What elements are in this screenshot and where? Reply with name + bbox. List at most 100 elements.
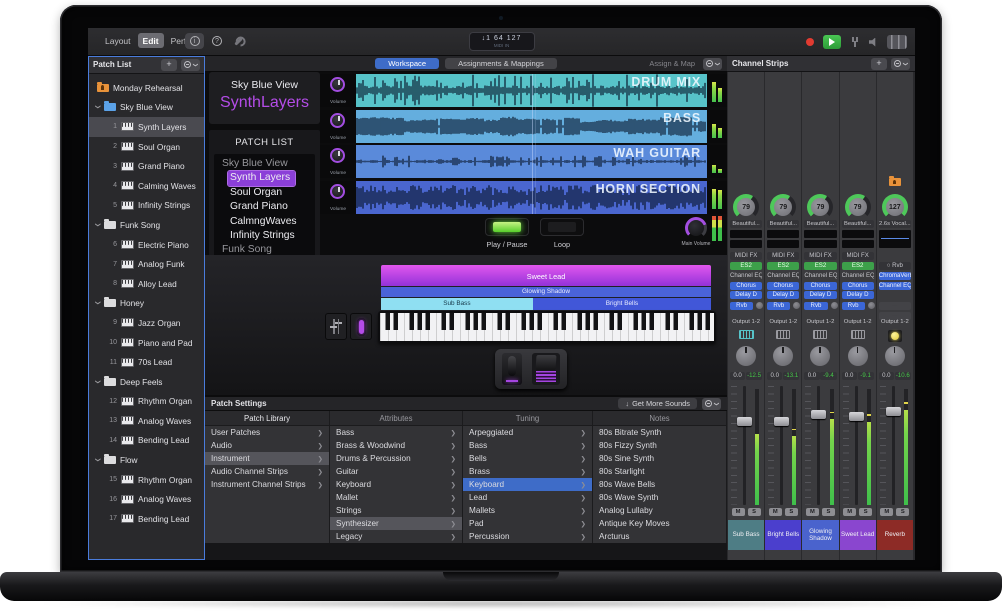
patch-row[interactable]: 12Rhythm Organ xyxy=(88,392,205,412)
mute-button[interactable]: M xyxy=(843,508,856,516)
volume-readout[interactable]: -12.5 xyxy=(746,372,762,380)
play-pause-button[interactable] xyxy=(485,218,529,236)
channel-strip[interactable]: 79Beautiful...MIDI FXES2Channel EQChorus… xyxy=(802,72,838,560)
layer-sweet-lead[interactable]: Sweet Lead xyxy=(381,265,711,286)
set-folder-row[interactable]: ❯Sky Blue View xyxy=(88,98,205,118)
mute-button[interactable]: M xyxy=(769,508,782,516)
midi-fx-slot[interactable]: MIDI FX xyxy=(730,252,762,260)
channel-strips-menu-button[interactable]: ❯ xyxy=(891,58,910,70)
browser-row[interactable]: Guitar❯ xyxy=(330,465,462,478)
column-header[interactable]: Notes xyxy=(593,411,726,426)
strip-level-knob[interactable]: 79 xyxy=(807,194,833,220)
audio-fx-slot[interactable]: ChromaVerb xyxy=(879,272,911,280)
channel-strip[interactable]: 1272.6s Vocal...○ RvbChromaVerbChannel E… xyxy=(877,72,913,560)
send-level-knob[interactable] xyxy=(793,302,800,309)
channel-setting-button[interactable]: Beautiful... xyxy=(767,220,799,228)
patch-row[interactable]: 16Analog Waves xyxy=(88,489,205,509)
browser-row[interactable]: Antique Key Moves xyxy=(593,517,726,530)
output-slot[interactable]: Output 1-2 xyxy=(730,318,762,326)
fader-cap[interactable] xyxy=(774,417,789,426)
channel-strip[interactable]: 79Beautiful...MIDI FXES2Channel EQChorus… xyxy=(728,72,764,560)
track-volume-knob[interactable] xyxy=(330,148,345,163)
audio-fx-slot[interactable]: Chorus xyxy=(804,282,836,290)
solo-button[interactable]: S xyxy=(859,508,872,516)
output-slot[interactable]: Output 1-2 xyxy=(879,318,911,326)
midi-fx-slot[interactable]: MIDI FX xyxy=(804,252,836,260)
browser-row[interactable]: Arpeggiated❯ xyxy=(463,426,592,439)
instrument-slot[interactable]: ES2 xyxy=(767,262,799,270)
browser-row[interactable]: 80s Sine Synth xyxy=(593,452,726,465)
audio-fx-slot[interactable]: Delay D xyxy=(730,291,762,299)
browser-row[interactable]: Keyboard❯ xyxy=(330,478,462,491)
channel-name[interactable]: Reverb xyxy=(877,520,913,550)
patch-row[interactable]: 17Bending Lead xyxy=(88,509,205,529)
info-button[interactable]: i xyxy=(185,33,204,49)
mute-button[interactable]: M xyxy=(806,508,819,516)
fader-zone[interactable] xyxy=(879,386,911,505)
browser-row[interactable]: Audio❯ xyxy=(205,439,329,452)
output-slot[interactable]: Output 1-2 xyxy=(842,318,874,326)
patch-row[interactable]: 14Bending Lead xyxy=(88,431,205,451)
mod-wheel-widget[interactable] xyxy=(350,313,372,340)
channel-setting-button[interactable]: 2.6s Vocal... xyxy=(879,220,911,228)
strip-level-knob[interactable]: 79 xyxy=(733,194,759,220)
tab-assignments-mappings[interactable]: Assignments & Mappings xyxy=(445,58,557,69)
send-level-knob[interactable] xyxy=(868,302,875,309)
browser-row[interactable]: Arcturus xyxy=(593,530,726,543)
workspace-menu-button[interactable]: ❯ xyxy=(703,58,722,70)
browser-row[interactable]: Instrument❯ xyxy=(205,452,329,465)
layer-sub-bass[interactable]: Sub Bass xyxy=(381,298,533,310)
channel-setting-button[interactable]: Beautiful... xyxy=(804,220,836,228)
patch-row[interactable]: 1170s Lead xyxy=(88,352,205,372)
patch-list-menu-button[interactable]: ❯ xyxy=(181,59,200,71)
send-slot[interactable]: Rvb xyxy=(804,302,827,310)
pan-knob[interactable] xyxy=(885,346,905,366)
strip-level-knob[interactable]: 79 xyxy=(770,194,796,220)
fader-zone[interactable] xyxy=(804,386,836,505)
send-slot[interactable]: Rvb xyxy=(730,302,753,310)
browser-row[interactable]: Brass❯ xyxy=(463,465,592,478)
send-level-knob[interactable] xyxy=(831,302,838,309)
patch-row[interactable]: 10Piano and Pad xyxy=(88,333,205,353)
output-slot[interactable]: Output 1-2 xyxy=(767,318,799,326)
widget-group-row[interactable]: Sky Blue View xyxy=(214,157,315,171)
browser-row[interactable]: Pad❯ xyxy=(463,517,592,530)
mode-button-layout[interactable]: Layout xyxy=(100,33,136,48)
send-slot[interactable]: Rvb xyxy=(842,302,865,310)
get-more-sounds-button[interactable]: ↓Get More Sounds xyxy=(618,398,697,409)
browser-row[interactable]: Bass❯ xyxy=(330,426,462,439)
pan-readout[interactable]: 0.0 xyxy=(879,372,894,380)
send-level-knob[interactable] xyxy=(756,302,763,309)
browser-row[interactable]: Brass & Woodwind❯ xyxy=(330,439,462,452)
browser-row[interactable]: 80s Bitrate Synth xyxy=(593,426,726,439)
mode-button-edit[interactable]: Edit xyxy=(138,33,164,48)
tab-workspace[interactable]: Workspace xyxy=(375,58,439,69)
browser-row[interactable]: Synthesizer❯ xyxy=(330,517,462,530)
browser-row[interactable]: Legacy❯ xyxy=(330,530,462,543)
browser-row[interactable]: Keyboard❯ xyxy=(463,478,592,491)
patch-row[interactable]: 6Electric Piano xyxy=(88,235,205,255)
instrument-slot[interactable]: ES2 xyxy=(842,262,874,270)
audio-fx-slot[interactable]: Chorus xyxy=(767,282,799,290)
browser-row[interactable]: 80s Wave Synth xyxy=(593,491,726,504)
solo-button[interactable]: S xyxy=(822,508,835,516)
channel-strip[interactable]: 79Beautiful...MIDI FXES2Channel EQChorus… xyxy=(765,72,801,560)
browser-row[interactable]: Mallet❯ xyxy=(330,491,462,504)
browser-row[interactable]: Instrument Channel Strips❯ xyxy=(205,478,329,491)
track-volume-knob[interactable] xyxy=(330,184,345,199)
tuner-icon[interactable] xyxy=(850,37,860,47)
strip-level-knob[interactable]: 127 xyxy=(882,194,908,220)
wrench-icon[interactable] xyxy=(234,37,242,45)
fader-cap[interactable] xyxy=(737,417,752,426)
layer-glowing-shadow[interactable]: Glowing Shadow xyxy=(381,287,711,297)
channel-name[interactable]: Sub Bass xyxy=(728,520,764,550)
play-button[interactable] xyxy=(823,35,841,49)
record-button[interactable] xyxy=(806,38,814,46)
fader-cap[interactable] xyxy=(849,412,864,421)
column-header[interactable]: Patch Library xyxy=(205,411,329,426)
audio-fx-slot[interactable]: Channel EQ xyxy=(767,272,799,280)
pan-knob[interactable] xyxy=(810,346,830,366)
browser-row[interactable]: Analog Lullaby xyxy=(593,504,726,517)
midi-fx-slot[interactable]: MIDI FX xyxy=(842,252,874,260)
track-volume-knob[interactable] xyxy=(330,77,345,92)
